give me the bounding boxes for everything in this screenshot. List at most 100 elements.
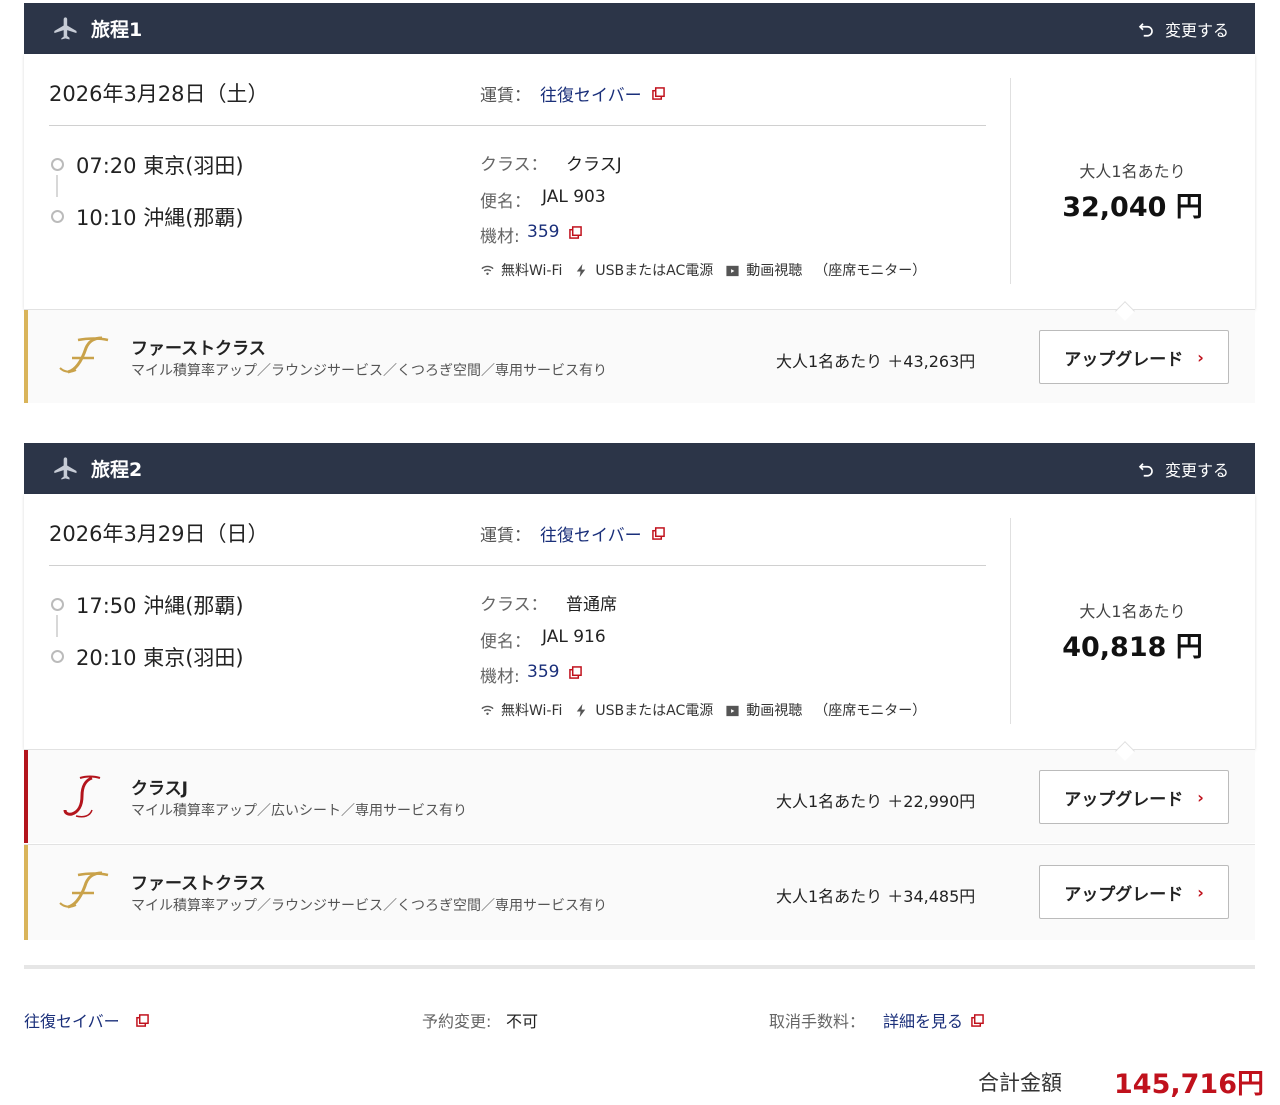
departure-time: 17:50 沖縄(那覇) — [76, 594, 244, 618]
aircraft-label: 機材: — [480, 227, 520, 247]
amenities-list: 無料Wi-Fi USBまたはAC電源 動画視聴 （座席モニター） — [480, 260, 938, 280]
arrival-dot — [51, 210, 64, 223]
chevron-right-icon: › — [1197, 882, 1204, 902]
wifi-icon — [481, 705, 494, 715]
upgrade-accent-bar — [24, 310, 28, 403]
upgrade-button[interactable]: アップグレード › — [1039, 770, 1229, 824]
upgrade-option: クラスJ マイル積算率アップ／広いシート／専用サービス有り 大人1名あたり ＋2… — [24, 749, 1255, 843]
segment-price: 40,818 円 — [1062, 632, 1203, 663]
arrival-dot — [51, 650, 64, 663]
time-route: 17:50 沖縄(那覇) 20:10 東京(羽田) — [49, 590, 349, 680]
upgrade-accent-bar — [24, 750, 28, 843]
aircraft-label: 機材: — [480, 667, 520, 687]
price-box: 大人1名あたり 32,040 円 — [1010, 158, 1255, 224]
route-line — [56, 615, 58, 637]
upgrade-option: ファーストクラス マイル積算率アップ／ラウンジサービス／くつろぎ空間／専用サービ… — [24, 844, 1255, 940]
arrival-time: 10:10 沖縄(那覇) — [76, 206, 244, 230]
upgrade-option: ファーストクラス マイル積算率アップ／ラウンジサービス／くつろぎ空間／専用サービ… — [24, 309, 1255, 403]
per-adult-label: 大人1名あたり — [1079, 162, 1186, 181]
cancel-fee-link[interactable]: 詳細を見る — [883, 1008, 984, 1032]
airplane-icon — [54, 457, 77, 480]
amenities-list: 無料Wi-Fi USBまたはAC電源 動画視聴 （座席モニター） — [480, 700, 938, 720]
time-route: 07:20 東京(羽田) 10:10 沖縄(那覇) — [49, 150, 349, 240]
aircraft-link[interactable]: 359 — [527, 662, 583, 682]
segment-header: 旅程1 変更する — [24, 3, 1255, 54]
change-button[interactable]: 変更する — [1137, 457, 1229, 481]
upgrade-button[interactable]: アップグレード › — [1039, 865, 1229, 919]
flight-date: 2026年3月28日（土） — [49, 82, 269, 106]
class-j-logo — [63, 775, 101, 818]
fare-link[interactable]: 往復セイバー — [540, 81, 665, 106]
upgrade-button-label: アップグレード — [1064, 349, 1184, 370]
upgrade-button-label: アップグレード — [1064, 884, 1184, 905]
segment-1: 旅程1 変更する 2026年3月28日（土） 運賃： 往復セイバー 07:20 … — [24, 3, 1255, 406]
flight-label: 便名： — [480, 192, 531, 212]
power-bolt-icon — [577, 703, 586, 717]
upgrade-button[interactable]: アップグレード › — [1039, 330, 1229, 384]
upgrade-class-name: ファーストクラス — [131, 874, 266, 894]
video-icon — [726, 705, 739, 716]
upgrade-description: マイル積算率アップ／ラウンジサービス／くつろぎ空間／専用サービス有り — [131, 363, 607, 379]
first-class-logo — [59, 871, 109, 909]
divider — [49, 565, 986, 566]
upgrade-class-name: クラスJ — [131, 779, 188, 799]
cancel-fee-link-label: 詳細を見る — [883, 1012, 964, 1031]
flight-label: 便名： — [480, 632, 531, 652]
external-link-icon — [651, 527, 665, 540]
change-policy-value: 不可 — [506, 1012, 539, 1031]
upgrade-button-label: アップグレード — [1064, 789, 1184, 810]
change-label: 変更する — [1164, 461, 1229, 480]
amenity-label: 動画視聴 — [746, 263, 803, 279]
fare-name: 往復セイバー — [24, 1012, 120, 1031]
price-box: 大人1名あたり 40,818 円 — [1010, 598, 1255, 664]
class-label: クラス： — [480, 595, 548, 615]
chevron-right-icon: › — [1197, 347, 1204, 367]
footer-divider — [24, 965, 1255, 969]
amenity-label: 無料Wi-Fi — [501, 263, 563, 279]
class-value: クラスJ — [566, 155, 622, 175]
segment-title: 旅程2 — [91, 459, 143, 481]
aircraft-value: 359 — [527, 662, 560, 682]
arrival-time: 20:10 東京(羽田) — [76, 646, 244, 670]
upgrade-accent-bar — [24, 845, 28, 940]
undo-icon — [1138, 463, 1153, 477]
departure-time: 07:20 東京(羽田) — [76, 154, 244, 178]
amenity-monitor: （座席モニター） — [814, 700, 926, 720]
route-line — [56, 175, 58, 197]
external-link-icon — [569, 665, 583, 679]
amenity-label: USBまたはAC電源 — [595, 703, 714, 719]
change-label: 変更する — [1164, 21, 1229, 40]
first-class-logo — [59, 336, 109, 374]
flight-number: JAL 903 — [542, 187, 606, 207]
amenity-video: 動画視聴 — [725, 260, 802, 280]
fare-link[interactable]: 往復セイバー — [540, 521, 665, 546]
amenity-label: （座席モニター） — [814, 703, 927, 719]
flight-details: 2026年3月29日（日） 運賃： 往復セイバー 17:50 沖縄(那覇) 20… — [24, 494, 1255, 749]
power-bolt-icon — [577, 263, 586, 277]
upgrade-price: 大人1名あたり ＋34,485円 — [776, 887, 976, 906]
cancel-fee-label: 取消手数料： — [769, 1012, 866, 1031]
amenity-label: USBまたはAC電源 — [595, 263, 714, 279]
amenity-video: 動画視聴 — [725, 700, 802, 720]
class-value: 普通席 — [566, 595, 617, 615]
undo-icon — [1138, 23, 1153, 37]
amenity-power: USBまたはAC電源 — [574, 260, 713, 280]
amenity-label: 動画視聴 — [746, 703, 803, 719]
divider — [49, 125, 986, 126]
external-link-icon — [569, 225, 583, 239]
change-button[interactable]: 変更する — [1137, 17, 1229, 41]
fare-label: 運賃： — [480, 86, 531, 106]
fare-label: 運賃： — [480, 526, 531, 546]
amenity-power: USBまたはAC電源 — [574, 700, 713, 720]
aircraft-value: 359 — [527, 222, 560, 242]
upgrade-description: マイル積算率アップ／広いシート／専用サービス有り — [131, 803, 467, 819]
amenity-wifi: 無料Wi-Fi — [480, 700, 562, 720]
fare-rules-link[interactable]: 往復セイバー — [24, 1008, 149, 1032]
segment-price: 32,040 円 — [1062, 192, 1203, 223]
external-link-icon — [971, 1013, 984, 1027]
segment-header: 旅程2 変更する — [24, 443, 1255, 494]
aircraft-link[interactable]: 359 — [527, 222, 583, 242]
upgrade-description: マイル積算率アップ／ラウンジサービス／くつろぎ空間／専用サービス有り — [131, 898, 607, 914]
departure-dot — [51, 598, 64, 611]
chevron-right-icon: › — [1197, 787, 1204, 807]
